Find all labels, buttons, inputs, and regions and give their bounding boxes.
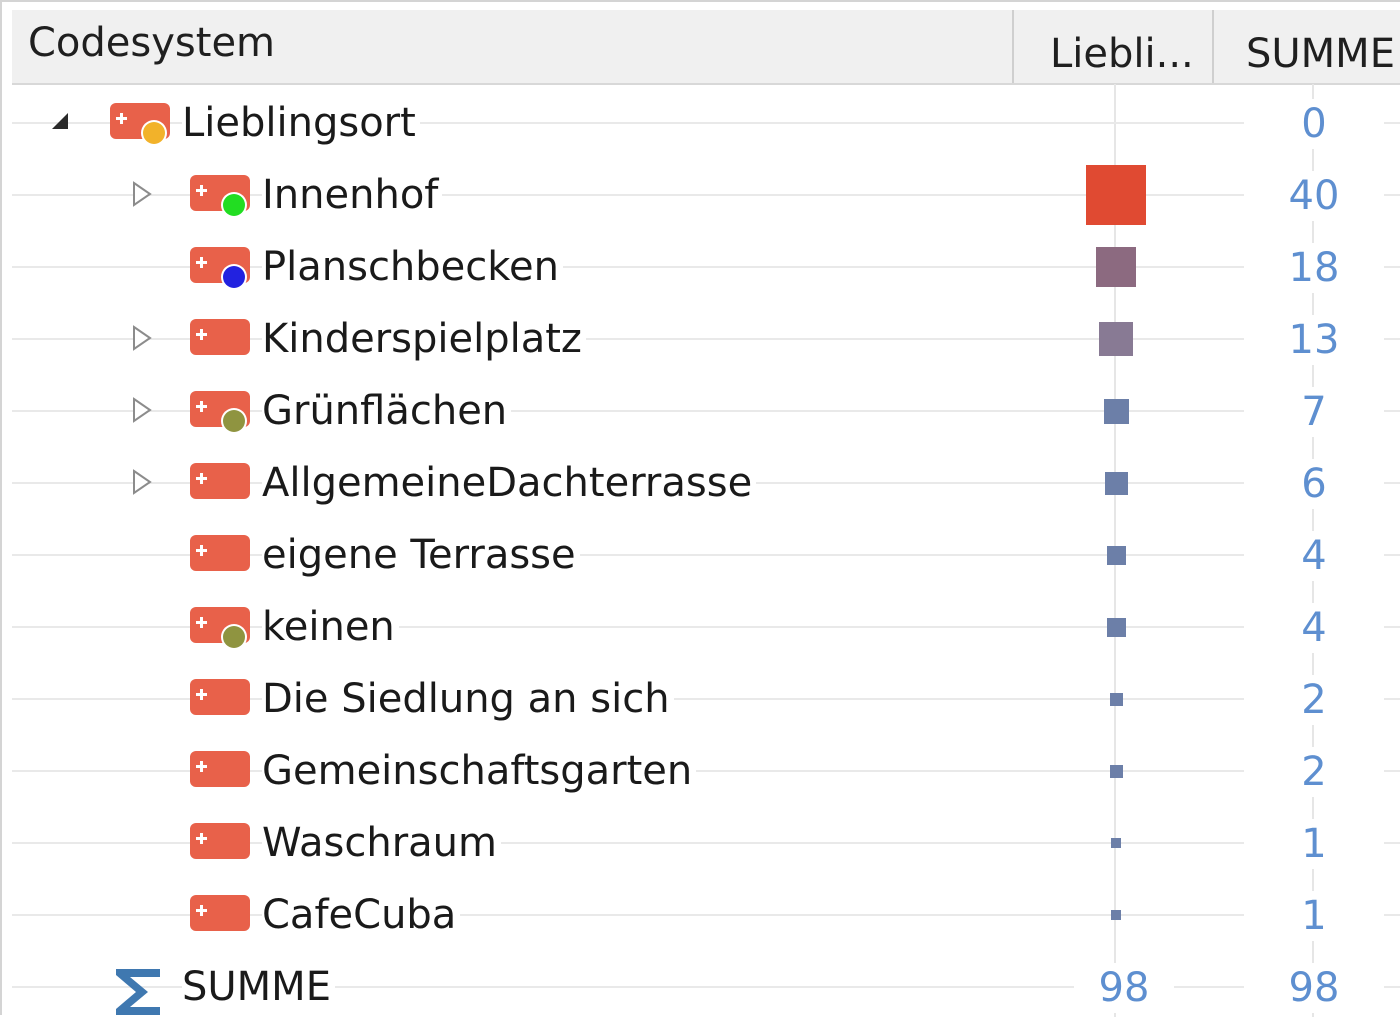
column-header: Codesystem Liebli... SUMME <box>12 10 1400 85</box>
code-label: eigene Terrasse <box>262 529 580 581</box>
code-icon <box>188 459 252 505</box>
code-label: AllgemeineDachterrasse <box>262 457 757 509</box>
summe-cell: 13 <box>1244 315 1384 365</box>
frequency-marker <box>1111 910 1121 920</box>
tree-row-summe[interactable]: SUMME 98 98 <box>12 951 1400 1023</box>
code-label: Kinderspielplatz <box>262 313 586 365</box>
column-header-liebli[interactable]: Liebli... <box>1012 10 1214 83</box>
frequency-marker <box>1099 322 1133 356</box>
column-header-codesystem[interactable]: Codesystem <box>12 10 1012 83</box>
code-label: CafeCuba <box>262 889 461 941</box>
code-label: Gemeinschaftsgarten <box>262 745 697 797</box>
summe-cell: 4 <box>1244 531 1384 581</box>
tagged-code-icon <box>188 171 252 218</box>
tree-row-lieblingsort[interactable]: Lieblingsort 0 <box>12 87 1400 159</box>
summe-cell: 2 <box>1244 675 1384 725</box>
code-matrix-panel: Codesystem Liebli... SUMME Lieblingsort 0… <box>0 0 1400 1017</box>
tree-row-allgemeinedachterrasse[interactable]: AllgemeineDachterrasse 6 <box>12 447 1400 519</box>
tree-row-die-siedlung-an-sich[interactable]: Die Siedlung an sich 2 <box>12 663 1400 735</box>
sigma-icon <box>112 963 164 1021</box>
frequency-marker <box>1111 838 1121 848</box>
tree-row-innenhof[interactable]: Innenhof 40 <box>12 159 1400 231</box>
column-header-summe[interactable]: SUMME <box>1212 10 1400 83</box>
tagged-code-icon <box>108 99 172 146</box>
code-icon <box>188 819 252 865</box>
total-liebli-cell: 98 <box>1074 963 1174 1013</box>
expand-arrow-icon[interactable] <box>126 179 156 209</box>
frequency-marker <box>1106 545 1126 565</box>
code-label: Innenhof <box>262 169 443 221</box>
code-icon <box>188 891 252 937</box>
tagged-code-icon <box>188 387 252 434</box>
code-icon <box>188 747 252 793</box>
expand-arrow-icon[interactable] <box>126 323 156 353</box>
frequency-marker <box>1106 617 1126 637</box>
summe-cell: 6 <box>1244 459 1384 509</box>
collapse-arrow-icon[interactable] <box>46 107 76 137</box>
total-summe-cell: 98 <box>1244 963 1384 1013</box>
tree-row-cafecuba[interactable]: CafeCuba 1 <box>12 879 1400 951</box>
summe-cell: 0 <box>1244 99 1384 149</box>
code-label: Lieblingsort <box>182 97 420 149</box>
frequency-marker <box>1109 692 1123 706</box>
code-label: Planschbecken <box>262 241 563 293</box>
tree-row-gr-nfl-chen[interactable]: Grünflächen 7 <box>12 375 1400 447</box>
tree-row-waschraum[interactable]: Waschraum 1 <box>12 807 1400 879</box>
frequency-marker <box>1103 398 1129 424</box>
total-label: SUMME <box>182 961 335 1013</box>
summe-cell: 7 <box>1244 387 1384 437</box>
summe-cell: 2 <box>1244 747 1384 797</box>
expand-arrow-icon[interactable] <box>126 395 156 425</box>
frequency-marker <box>1096 247 1136 287</box>
code-label: Grünflächen <box>262 385 512 437</box>
tree-row-eigene-terrasse[interactable]: eigene Terrasse 4 <box>12 519 1400 591</box>
code-icon <box>188 531 252 577</box>
summe-cell: 18 <box>1244 243 1384 293</box>
code-label: Die Siedlung an sich <box>262 673 674 725</box>
frequency-marker <box>1109 764 1123 778</box>
tree-row-keinen[interactable]: keinen 4 <box>12 591 1400 663</box>
tree-row-kinderspielplatz[interactable]: Kinderspielplatz 13 <box>12 303 1400 375</box>
summe-cell: 4 <box>1244 603 1384 653</box>
tree-row-planschbecken[interactable]: Planschbecken 18 <box>12 231 1400 303</box>
code-label: Waschraum <box>262 817 501 869</box>
expand-arrow-icon[interactable] <box>126 467 156 497</box>
tree-row-gemeinschaftsgarten[interactable]: Gemeinschaftsgarten 2 <box>12 735 1400 807</box>
code-icon <box>188 675 252 721</box>
frequency-marker <box>1104 471 1128 495</box>
code-icon <box>188 315 252 361</box>
summe-cell: 1 <box>1244 891 1384 941</box>
tagged-code-icon <box>188 243 252 290</box>
tagged-code-icon <box>188 603 252 650</box>
summe-cell: 1 <box>1244 819 1384 869</box>
code-label: keinen <box>262 601 399 653</box>
summe-cell: 40 <box>1244 171 1384 221</box>
frequency-marker <box>1086 165 1146 225</box>
